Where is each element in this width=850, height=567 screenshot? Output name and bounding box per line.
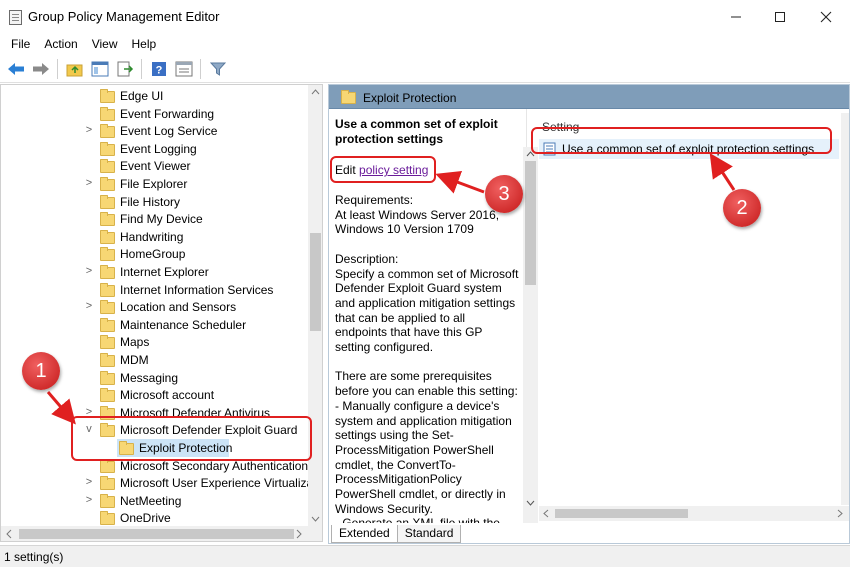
callout-badge-2: 2 <box>723 189 761 227</box>
arrow-2 <box>709 152 736 191</box>
callout-arrows <box>46 152 736 425</box>
arrow-3 <box>435 171 485 194</box>
callout-badge-3: 3 <box>485 175 523 213</box>
callout-badge-1: 1 <box>22 352 60 390</box>
arrow-1 <box>46 391 76 425</box>
